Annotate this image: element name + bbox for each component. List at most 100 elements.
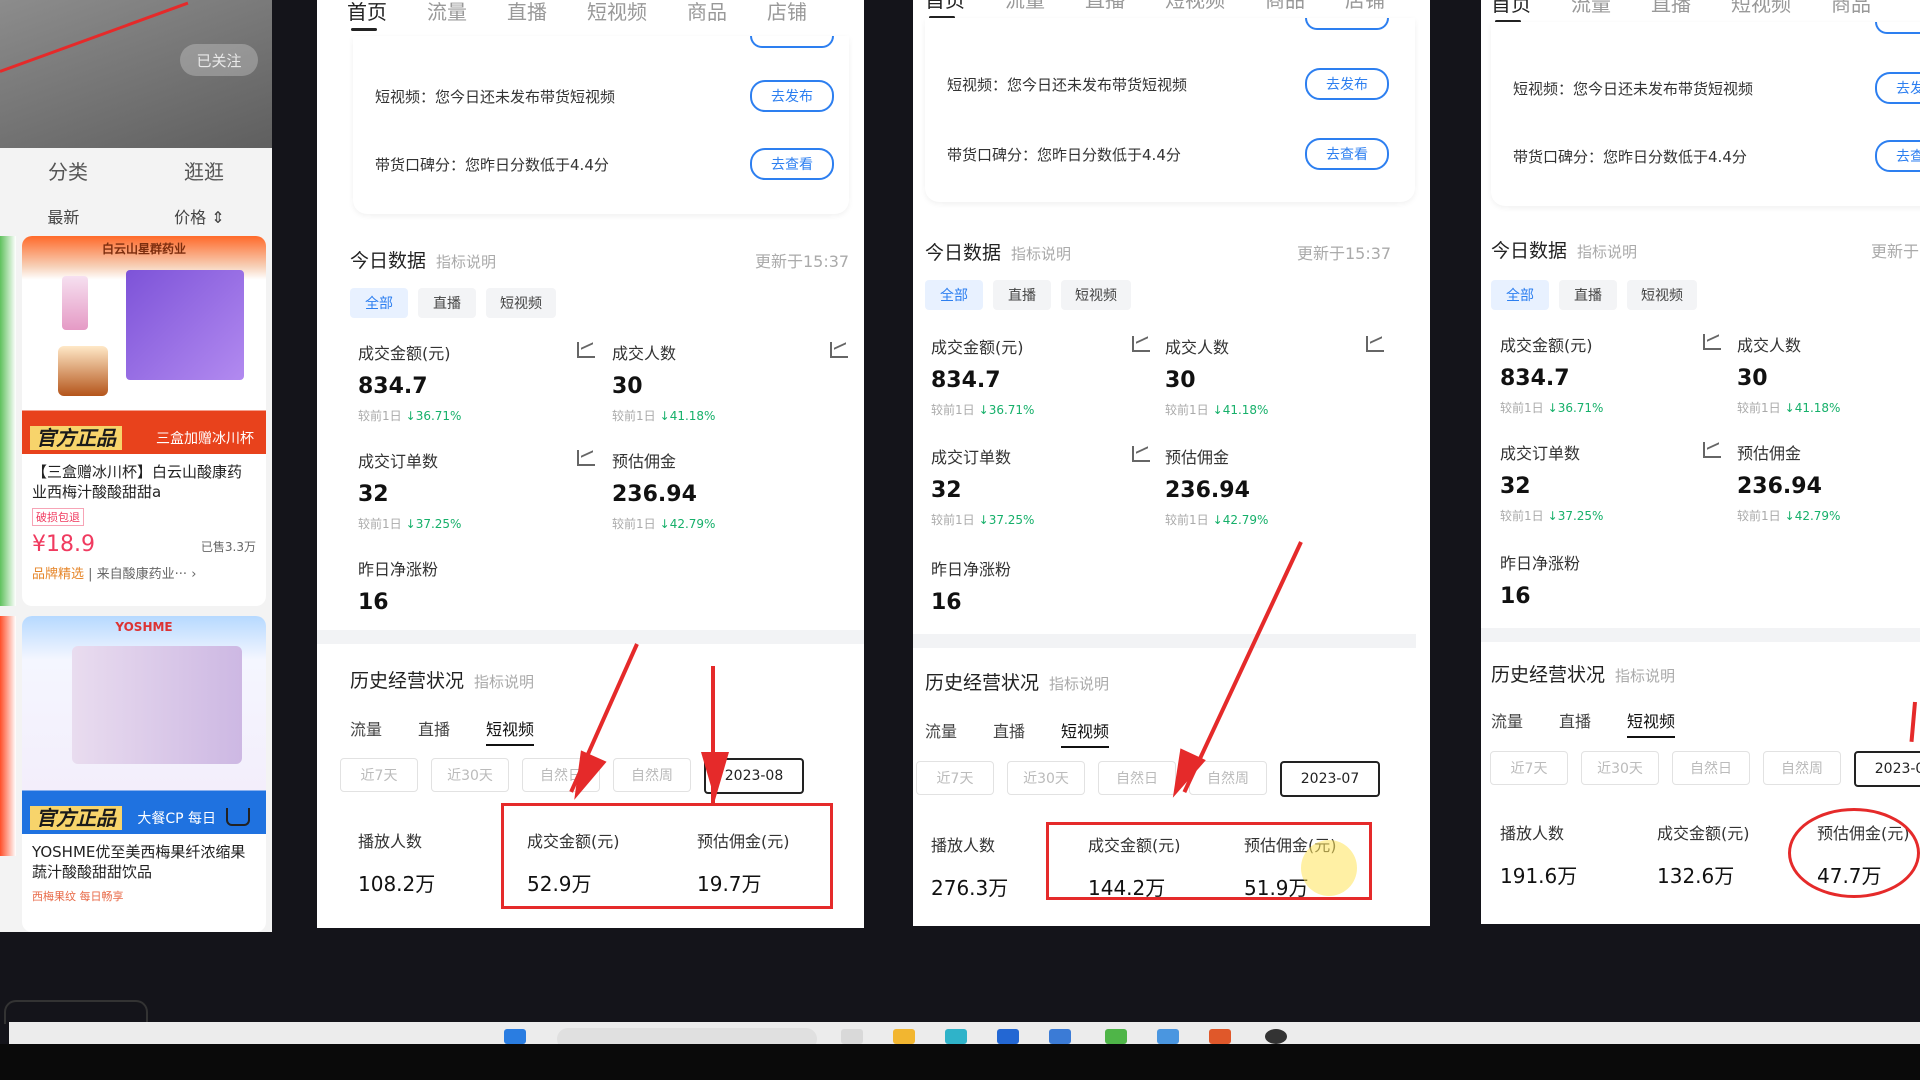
metric-compare-label: 较前1日 (1500, 401, 1544, 415)
tab-traffic[interactable]: 流量 (1005, 0, 1045, 13)
task-text-video: 短视频：您今日还未发布带货短视频 (375, 88, 616, 106)
app-icon-blue-2[interactable] (1049, 1029, 1071, 1044)
range-day[interactable]: 自然日 (1672, 751, 1750, 785)
trend-chart-icon[interactable] (1366, 336, 1384, 352)
range-7d[interactable]: 近7天 (340, 758, 418, 792)
range-30d[interactable]: 近30天 (431, 758, 509, 792)
product-store[interactable]: 品牌精选 | 来自酸康药业··· › (22, 557, 266, 582)
app-icon-blue[interactable] (997, 1029, 1019, 1044)
trend-chart-icon[interactable] (1132, 336, 1150, 352)
metric-compare-label: 较前1日 (1500, 509, 1544, 523)
product-card[interactable]: 白云山星群药业 官方正品 三盒加赠冰川杯 【三盒赠冰川杯】白云山酸康药业西梅汁酸… (22, 236, 266, 606)
task-button-partial[interactable] (1875, 22, 1920, 34)
htab-video[interactable]: 短视频 (1061, 718, 1110, 748)
trend-chart-icon[interactable] (1132, 446, 1150, 462)
nav-browse[interactable]: 逛逛 (184, 156, 224, 185)
windows-start-icon[interactable] (504, 1029, 526, 1044)
metric-buyers: 成交人数 30 较前1日 ↓41.18% (612, 340, 715, 424)
today-hint[interactable]: 指标说明 (1011, 245, 1071, 263)
htab-traffic[interactable]: 流量 (925, 718, 957, 742)
file-explorer-icon[interactable] (893, 1029, 915, 1044)
trend-chart-icon[interactable] (1703, 334, 1721, 350)
range-7d[interactable]: 近7天 (916, 761, 994, 795)
range-30d[interactable]: 近30天 (1007, 761, 1085, 795)
history-hint[interactable]: 指标说明 (1615, 667, 1675, 685)
chip-video[interactable]: 短视频 (486, 288, 556, 318)
range-month[interactable]: 2023-07 (1280, 761, 1380, 797)
promo-strip: 三盒加赠冰川杯 (156, 431, 254, 447)
chip-live[interactable]: 直播 (1559, 280, 1617, 310)
tab-short-video[interactable]: 短视频 (1165, 0, 1225, 13)
publish-button[interactable]: 去发布 (1305, 68, 1389, 100)
tab-products[interactable]: 商品 (1831, 0, 1871, 17)
tab-short-video[interactable]: 短视频 (587, 0, 647, 25)
metric-commission: 预估佣金 236.94 较前1日 ↓42.79% (1165, 444, 1268, 528)
range-week[interactable]: 自然周 (613, 758, 691, 792)
tab-traffic[interactable]: 流量 (427, 0, 467, 25)
chip-video[interactable]: 短视频 (1627, 280, 1697, 310)
tab-home[interactable]: 首页 (347, 0, 387, 31)
range-week[interactable]: 自然周 (1763, 751, 1841, 785)
range-7d[interactable]: 近7天 (1490, 751, 1568, 785)
view-button[interactable]: 去查看 (1305, 138, 1389, 170)
chip-live[interactable]: 直播 (993, 280, 1051, 310)
publish-button[interactable]: 去发布 (1875, 72, 1920, 104)
task-view-icon[interactable] (841, 1029, 863, 1044)
history-hint[interactable]: 指标说明 (1049, 675, 1109, 693)
view-button[interactable]: 去查看 (750, 148, 834, 180)
tab-products[interactable]: 商品 (1265, 0, 1305, 13)
tab-live[interactable]: 直播 (507, 0, 547, 25)
data-panel-2023-06: 首页 流量 直播 短视频 商品 短视频：您今日还未发布带货短视频 去发布 带货口… (1481, 0, 1920, 924)
metric-delta: ↓37.25% (405, 517, 462, 531)
tab-live[interactable]: 直播 (1085, 0, 1125, 13)
today-hint[interactable]: 指标说明 (1577, 243, 1637, 261)
range-month[interactable]: 2023-06 (1854, 751, 1920, 787)
htab-live[interactable]: 直播 (1559, 708, 1591, 732)
chip-all[interactable]: 全部 (925, 280, 983, 310)
range-30d[interactable]: 近30天 (1581, 751, 1659, 785)
htab-traffic[interactable]: 流量 (1491, 708, 1523, 732)
chip-video[interactable]: 短视频 (1061, 280, 1131, 310)
publish-button[interactable]: 去发布 (750, 80, 834, 112)
app-icon-orange[interactable] (1209, 1029, 1231, 1044)
app-icon-green[interactable] (1105, 1029, 1127, 1044)
cart-icon[interactable] (226, 808, 250, 826)
tab-store[interactable]: 店铺 (767, 0, 807, 25)
htab-video[interactable]: 短视频 (486, 716, 535, 746)
task-button-partial[interactable] (1305, 18, 1389, 30)
sort-newest[interactable]: 最新 (47, 204, 79, 228)
view-button[interactable]: 去查看 (1875, 140, 1920, 172)
app-icon-dark[interactable] (1265, 1029, 1287, 1044)
trend-chart-icon[interactable] (1703, 442, 1721, 458)
app-icon-light-blue[interactable] (1157, 1029, 1179, 1044)
htab-live[interactable]: 直播 (418, 716, 450, 740)
tab-home[interactable]: 首页 (1491, 0, 1531, 23)
htab-video[interactable]: 短视频 (1627, 708, 1676, 738)
metric-delta: ↓36.71% (405, 409, 462, 423)
metric-value: 32 (358, 482, 389, 507)
trend-chart-icon[interactable] (830, 342, 848, 358)
sort-price[interactable]: 价格 ⇕ (174, 204, 225, 228)
tab-products[interactable]: 商品 (687, 0, 727, 25)
product-brand-top: YOSHME (115, 620, 173, 634)
tab-home[interactable]: 首页 (925, 0, 965, 19)
trend-chart-icon[interactable] (577, 450, 595, 466)
chip-all[interactable]: 全部 (1491, 280, 1549, 310)
history-hint[interactable]: 指标说明 (474, 673, 534, 691)
chip-all[interactable]: 全部 (350, 288, 408, 318)
tab-short-video[interactable]: 短视频 (1731, 0, 1791, 17)
tab-live[interactable]: 直播 (1651, 0, 1691, 17)
metric-label: 成交金额(元) (931, 338, 1024, 357)
tab-store[interactable]: 店铺 (1345, 0, 1385, 13)
htab-traffic[interactable]: 流量 (350, 716, 382, 740)
today-hint[interactable]: 指标说明 (436, 253, 496, 271)
tab-traffic[interactable]: 流量 (1571, 0, 1611, 17)
nav-category[interactable]: 分类 (48, 156, 88, 185)
product-card[interactable]: YOSHME 官方正品 大餐CP 每日 YOSHME优至美西梅果纤浓缩果蔬汁酸酸… (22, 616, 266, 932)
task-button-partial[interactable] (750, 36, 834, 48)
follow-button[interactable]: 已关注 (180, 44, 258, 76)
htab-live[interactable]: 直播 (993, 718, 1025, 742)
trend-chart-icon[interactable] (577, 342, 595, 358)
edge-browser-icon[interactable] (945, 1029, 967, 1044)
chip-live[interactable]: 直播 (418, 288, 476, 318)
